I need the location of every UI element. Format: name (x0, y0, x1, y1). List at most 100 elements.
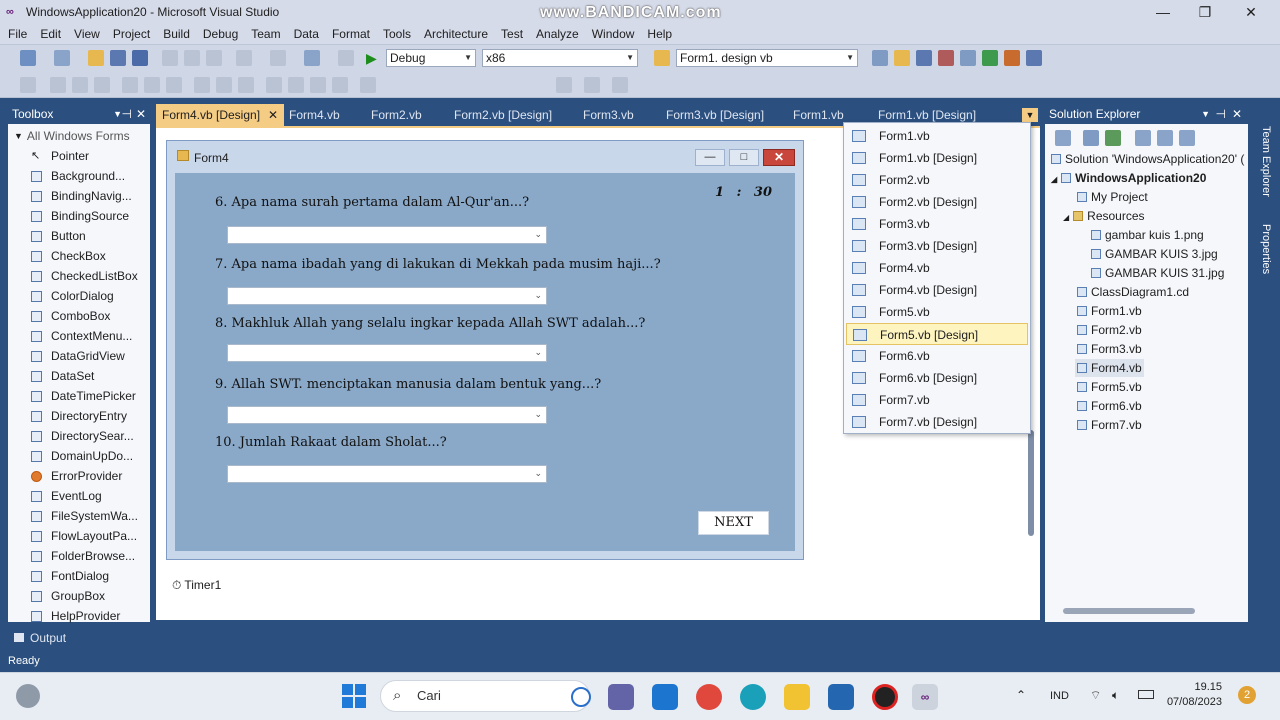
toolbox-item[interactable]: DataSet (8, 366, 150, 386)
menu-team[interactable]: Team (251, 27, 280, 41)
solution-node[interactable]: Solution 'WindowsApplication20' ( (1051, 150, 1244, 168)
pin-icon[interactable]: ⊣ (1216, 104, 1226, 124)
menu-window[interactable]: Window (592, 27, 635, 41)
remove-spacing-icon[interactable] (332, 77, 348, 93)
chevron-up-icon[interactable]: ⌃ (1016, 688, 1026, 702)
taskbar-search[interactable]: ⌕ Cari (380, 680, 591, 712)
tab-form2-design[interactable]: Form2.vb [Design] (454, 104, 552, 126)
active-files-dropdown-icon[interactable]: ▼ (1022, 108, 1038, 122)
decrease-spacing-icon[interactable] (310, 77, 326, 93)
tab-form2-vb[interactable]: Form2.vb (371, 104, 422, 126)
toolbox-item[interactable]: ↖ Pointer (8, 146, 150, 166)
toolbox-item[interactable]: CheckedListBox (8, 266, 150, 286)
properties-icon[interactable] (1055, 130, 1071, 146)
toolbox-item[interactable]: DateTimePicker (8, 386, 150, 406)
close-icon[interactable]: ✕ (268, 108, 278, 122)
vertical-spacing-icon[interactable] (360, 77, 376, 93)
paste-icon[interactable] (206, 50, 222, 66)
form-window[interactable]: Form4 — □ ✕ 1 : 30 6. Apa nama surah per… (166, 140, 804, 560)
add-item-icon[interactable] (54, 50, 70, 66)
toolbar-icon-3[interactable] (916, 50, 932, 66)
dropdown-item-selected[interactable]: Form5.vb [Design] (846, 323, 1028, 345)
tree-item[interactable]: Form2.vb (1077, 321, 1142, 339)
team-explorer-tab[interactable]: Team Explorer (1260, 126, 1272, 197)
tree-item[interactable]: Form3.vb (1077, 340, 1142, 358)
tree-item[interactable]: My Project (1077, 188, 1148, 206)
dropdown-item[interactable]: Form3.vb [Design] (846, 235, 1028, 257)
show-all-files-icon[interactable] (1083, 130, 1099, 146)
tab-form1-vb[interactable]: Form1.vb (793, 104, 844, 126)
tab-form3-design[interactable]: Form3.vb [Design] (666, 104, 764, 126)
dropdown-item[interactable]: Form7.vb [Design] (846, 411, 1028, 433)
menu-format[interactable]: Format (332, 27, 370, 41)
edge-icon[interactable] (740, 684, 766, 710)
cut-icon[interactable] (162, 50, 178, 66)
nav-forward-icon[interactable] (338, 50, 354, 66)
toolbox-item[interactable]: ComboBox (8, 306, 150, 326)
toolbox-item[interactable]: DirectorySear... (8, 426, 150, 446)
class-diagram-icon[interactable] (1179, 130, 1195, 146)
dropdown-item[interactable]: Form7.vb (846, 389, 1028, 411)
menu-data[interactable]: Data (294, 27, 319, 41)
toolbox-item[interactable]: Background... (8, 166, 150, 186)
dropdown-item[interactable]: Form4.vb (846, 257, 1028, 279)
navigate-icon[interactable] (304, 50, 320, 66)
find-combo[interactable]: Form1. design vb ▼ (676, 49, 858, 67)
chrome-icon[interactable] (696, 684, 722, 710)
notification-badge[interactable]: 2 (1238, 686, 1256, 704)
answer-6-combobox[interactable]: ⌄ (227, 226, 547, 244)
teams-icon[interactable] (608, 684, 634, 710)
menu-debug[interactable]: Debug (203, 27, 238, 41)
tab-form3-vb[interactable]: Form3.vb (583, 104, 634, 126)
dropdown-icon[interactable]: ▼ (1201, 104, 1210, 124)
output-tab[interactable]: Output (8, 628, 78, 648)
language-indicator[interactable]: IND (1050, 690, 1069, 702)
maximize-button[interactable]: ❐ (1182, 0, 1228, 24)
same-size-icon[interactable] (238, 77, 254, 93)
dropdown-item[interactable]: Form3.vb (846, 213, 1028, 235)
align-bottoms-icon[interactable] (166, 77, 182, 93)
toolbar-icon-4[interactable] (938, 50, 954, 66)
toolbar-icon-1[interactable] (872, 50, 888, 66)
weather-icon[interactable] (16, 684, 40, 708)
align-lefts-icon[interactable] (50, 77, 66, 93)
toolbox-item[interactable]: DomainUpDo... (8, 446, 150, 466)
toolbar-icon-6[interactable] (982, 50, 998, 66)
tree-item[interactable]: gambar kuis 1.png (1091, 226, 1204, 244)
toolbar-icon-7[interactable] (1004, 50, 1020, 66)
same-width-icon[interactable] (194, 77, 210, 93)
minimize-button[interactable]: — (1140, 0, 1186, 24)
undo-icon[interactable] (236, 50, 252, 66)
toolbox-item[interactable]: FlowLayoutPa... (8, 526, 150, 546)
toolbox-item[interactable]: EventLog (8, 486, 150, 506)
start-debugging-icon[interactable]: ▶ (366, 50, 382, 66)
bandicam-icon[interactable] (872, 684, 898, 710)
menu-analyze[interactable]: Analyze (536, 27, 579, 41)
menu-build[interactable]: Build (163, 27, 190, 41)
save-all-icon[interactable] (132, 50, 148, 66)
dropdown-item[interactable]: Form6.vb [Design] (846, 367, 1028, 389)
align-centers-icon[interactable] (72, 77, 88, 93)
align-rights-icon[interactable] (94, 77, 110, 93)
dropdown-item[interactable]: Form4.vb [Design] (846, 279, 1028, 301)
same-height-icon[interactable] (216, 77, 232, 93)
tab-form4-design[interactable]: Form4.vb [Design] ✕ (156, 104, 285, 126)
align-middles-icon[interactable] (144, 77, 160, 93)
tab-order-icon[interactable] (612, 77, 628, 93)
menu-edit[interactable]: Edit (40, 27, 61, 41)
battery-icon[interactable] (1138, 690, 1154, 699)
windows-start-icon[interactable] (342, 684, 366, 708)
file-explorer-icon[interactable] (784, 684, 810, 710)
toolbox-item[interactable]: Button (8, 226, 150, 246)
answer-8-combobox[interactable]: ⌄ (227, 344, 547, 362)
close-icon[interactable]: ✕ (1232, 104, 1242, 124)
tree-item[interactable]: GAMBAR KUIS 31.jpg (1091, 264, 1224, 282)
toolbox-item[interactable]: FolderBrowse... (8, 546, 150, 566)
mail-icon[interactable] (652, 684, 678, 710)
pin-icon[interactable]: ⊣ (122, 104, 132, 124)
dropdown-item[interactable]: Form6.vb (846, 345, 1028, 367)
toolbox-item[interactable]: BindingNavig... (8, 186, 150, 206)
toolbox-item[interactable]: DataGridView (8, 346, 150, 366)
toolbar-icon-5[interactable] (960, 50, 976, 66)
platform-combo[interactable]: x86 ▼ (482, 49, 638, 67)
